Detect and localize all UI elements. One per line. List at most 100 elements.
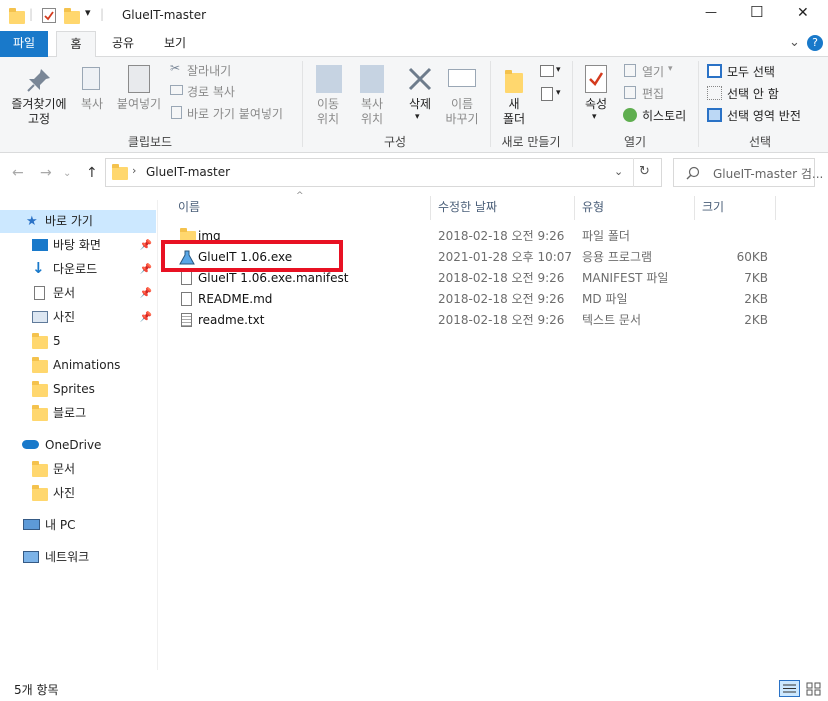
pin-icon xyxy=(27,69,50,92)
chevron-down-icon[interactable]: ⌄ xyxy=(789,35,800,50)
pin-button[interactable]: 즐겨찾기에 고정 xyxy=(4,97,74,127)
nav-network[interactable]: 네트워크 xyxy=(0,546,156,569)
nav-onedrive-documents[interactable]: 문서 xyxy=(0,458,156,481)
ribbon: 즐겨찾기에 고정 복사 붙여넣기 ✂ 잘라내기 경로 복사 바로 가기 붙여넣기… xyxy=(0,57,828,153)
up-arrow-icon[interactable]: ↑ xyxy=(86,165,98,181)
cut-button[interactable]: 잘라내기 xyxy=(187,62,231,79)
history-button[interactable]: 히스토리 xyxy=(642,107,686,124)
refresh-icon[interactable]: ↻ xyxy=(639,164,650,179)
tab-home[interactable]: 홈 xyxy=(56,31,96,58)
back-arrow-icon[interactable]: ← xyxy=(12,165,24,181)
item-count: 5개 항목 xyxy=(14,683,59,697)
file-type: 파일 폴더 xyxy=(582,229,630,243)
close-button[interactable]: ✕ xyxy=(797,5,809,21)
pin-icon[interactable]: 📌 xyxy=(140,258,152,281)
file-icon xyxy=(181,271,192,285)
pin-icon[interactable]: 📌 xyxy=(140,306,152,329)
chevron-down-icon[interactable]: ▾ xyxy=(85,6,91,19)
nav-quick-access[interactable]: ★ 바로 가기 xyxy=(0,210,156,233)
new-item-icon[interactable] xyxy=(540,65,554,77)
column-divider[interactable] xyxy=(694,196,695,220)
nav-onedrive-pictures[interactable]: 사진 xyxy=(0,482,156,505)
properties-quick-icon[interactable] xyxy=(42,8,56,23)
nav-item-sprites[interactable]: Sprites xyxy=(0,378,156,401)
edit-button[interactable]: 편집 xyxy=(642,85,664,102)
column-header-date[interactable]: 수정한 날짜 xyxy=(438,196,497,222)
copy-path-button[interactable]: 경로 복사 xyxy=(187,83,235,100)
pin-icon[interactable]: 📌 xyxy=(140,234,152,257)
properties-button[interactable]: 속성 xyxy=(578,97,614,112)
chevron-down-icon[interactable]: ⌄ xyxy=(614,165,623,178)
nav-item-5[interactable]: 5 xyxy=(0,330,156,353)
search-box[interactable]: GlueIT-master 검... xyxy=(673,158,823,187)
move-to-button[interactable]: 이동 위치 xyxy=(308,97,348,127)
invert-selection-icon xyxy=(707,108,722,122)
paste-icon xyxy=(128,65,150,93)
nav-this-pc[interactable]: 내 PC xyxy=(0,514,156,537)
chevron-down-icon[interactable]: ▾ xyxy=(415,112,420,122)
large-icons-view-icon[interactable] xyxy=(804,680,823,697)
table-row[interactable]: readme.txt 2018-02-18 오전 9:26 텍스트 문서 2KB xyxy=(170,310,770,331)
invert-selection-button[interactable]: 선택 영역 반전 xyxy=(727,107,801,124)
ribbon-tabs: 파일 홈 공유 보기 ⌄ ? xyxy=(0,31,828,58)
nav-item-animations[interactable]: Animations xyxy=(0,354,156,377)
address-path[interactable]: GlueIT-master xyxy=(146,165,230,179)
column-divider[interactable] xyxy=(775,196,776,220)
nav-label: 블로그 xyxy=(53,406,87,420)
paste-shortcut-button[interactable]: 바로 가기 붙여넣기 xyxy=(187,105,283,122)
column-divider[interactable] xyxy=(574,196,575,220)
search-input[interactable]: GlueIT-master 검... xyxy=(713,165,823,182)
open-button[interactable]: 열기 xyxy=(642,63,664,80)
nav-item-blog[interactable]: 블로그 xyxy=(0,402,156,425)
file-icon xyxy=(181,292,192,306)
easy-access-icon[interactable] xyxy=(541,87,553,101)
forward-arrow-icon[interactable]: → xyxy=(40,165,52,181)
nav-label: 바로 가기 xyxy=(45,214,93,228)
nav-label: OneDrive xyxy=(45,438,102,452)
paste-button[interactable]: 붙여넣기 xyxy=(112,97,166,112)
file-date: 2018-02-18 오전 9:26 xyxy=(438,292,565,306)
copy-path-icon xyxy=(170,85,183,95)
chevron-down-icon[interactable]: ▾ xyxy=(668,64,673,74)
address-bar[interactable]: › GlueIT-master ⌄ ↻ xyxy=(105,158,662,187)
copy-to-button[interactable]: 복사 위치 xyxy=(352,97,392,127)
nav-item-pictures[interactable]: 사진 📌 xyxy=(0,306,156,329)
help-icon[interactable]: ? xyxy=(807,35,823,51)
open-icon xyxy=(624,64,636,77)
chevron-down-icon[interactable]: ▾ xyxy=(556,88,561,98)
pin-icon[interactable]: 📌 xyxy=(140,282,152,305)
rename-button[interactable]: 이름 바꾸기 xyxy=(440,97,484,127)
minimize-button[interactable]: — xyxy=(705,5,717,19)
nav-item-desktop[interactable]: 바탕 화면 📌 xyxy=(0,234,156,257)
new-folder-quick-icon[interactable] xyxy=(64,8,80,24)
delete-button[interactable]: 삭제 xyxy=(402,97,438,112)
select-all-button[interactable]: 모두 선택 xyxy=(727,63,775,80)
nav-onedrive[interactable]: OneDrive xyxy=(0,434,156,457)
maximize-button[interactable]: ☐ xyxy=(750,3,763,21)
nav-label: Animations xyxy=(53,358,121,372)
nav-label: 바탕 화면 xyxy=(53,238,101,252)
nav-item-documents[interactable]: 문서 📌 xyxy=(0,282,156,305)
table-row[interactable]: README.md 2018-02-18 오전 9:26 MD 파일 2KB xyxy=(170,289,770,310)
chevron-down-icon[interactable]: ▾ xyxy=(556,65,561,75)
nav-item-downloads[interactable]: ↓ 다운로드 📌 xyxy=(0,258,156,281)
chevron-down-icon[interactable]: ⌄ xyxy=(63,168,71,179)
copy-button[interactable]: 복사 xyxy=(76,97,108,112)
column-header-size[interactable]: 크기 xyxy=(702,196,724,222)
column-divider[interactable] xyxy=(430,196,431,220)
status-bar: 5개 항목 xyxy=(0,676,828,701)
tab-share[interactable]: 공유 xyxy=(100,31,146,57)
select-none-button[interactable]: 선택 안 함 xyxy=(727,85,779,102)
scissors-icon: ✂ xyxy=(170,61,181,75)
column-header-type[interactable]: 유형 xyxy=(582,196,604,222)
new-folder-button[interactable]: 새 폴더 xyxy=(496,97,532,127)
file-size: 60KB xyxy=(736,250,768,264)
chevron-down-icon[interactable]: ▾ xyxy=(592,112,597,122)
details-view-icon[interactable] xyxy=(779,680,800,697)
tab-file[interactable]: 파일 xyxy=(0,31,48,57)
folder-icon xyxy=(32,357,48,373)
chevron-right-icon[interactable]: › xyxy=(132,164,136,177)
tab-view[interactable]: 보기 xyxy=(150,31,200,57)
column-header-name[interactable]: 이름 xyxy=(178,196,200,222)
desktop-icon xyxy=(32,239,48,251)
